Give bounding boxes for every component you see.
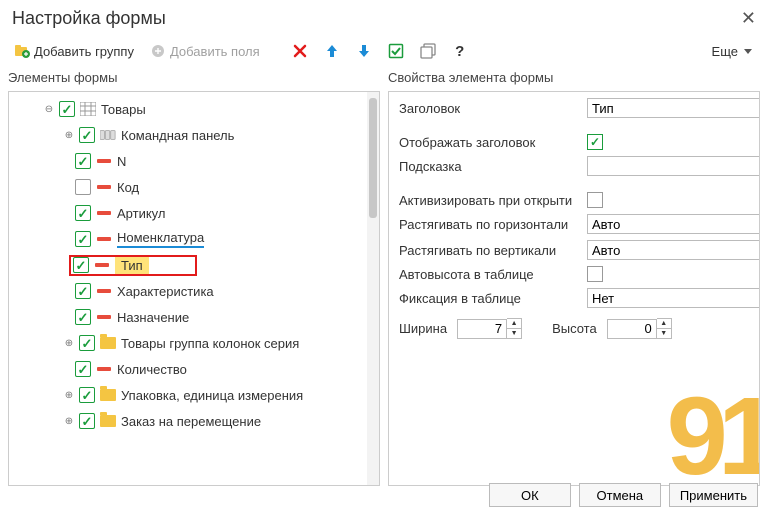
checkbox[interactable] <box>75 231 91 247</box>
spin-down[interactable]: ▼ <box>657 329 671 338</box>
field-icon <box>95 154 113 168</box>
ok-button[interactable]: ОК <box>489 483 571 507</box>
prop-hint-label: Подсказка <box>399 159 579 174</box>
expand-icon[interactable]: ⊕ <box>63 389 75 401</box>
prop-stretch-v-label: Растягивать по вертикали <box>399 243 579 258</box>
dialog-title: Настройка формы <box>12 8 166 29</box>
checkbox[interactable] <box>75 179 91 195</box>
cancel-button[interactable]: Отмена <box>579 483 661 507</box>
field-icon <box>95 206 113 220</box>
checkbox[interactable] <box>79 335 95 351</box>
check-all-button[interactable] <box>382 41 410 61</box>
close-icon[interactable]: ✕ <box>741 8 756 29</box>
arrow-down-icon <box>356 43 372 59</box>
prop-fix-label: Фиксация в таблице <box>399 291 579 306</box>
tree-row-assign[interactable]: Назначение <box>9 304 379 330</box>
spin-up[interactable]: ▲ <box>657 319 671 329</box>
collapse-icon[interactable]: ⊖ <box>43 103 55 115</box>
prop-autoheight-label: Автовысота в таблице <box>399 267 579 282</box>
checkbox[interactable] <box>75 361 91 377</box>
field-icon <box>93 258 111 272</box>
checkbox[interactable] <box>59 101 75 117</box>
field-icon <box>95 310 113 324</box>
prop-height-label: Высота <box>552 321 597 336</box>
prop-hint-input[interactable] <box>587 156 759 176</box>
move-down-button[interactable] <box>350 41 378 61</box>
tree-row-type[interactable]: Тип <box>9 252 379 278</box>
prop-width-label: Ширина <box>399 321 447 336</box>
checkbox[interactable] <box>73 257 89 273</box>
checkbox[interactable] <box>75 283 91 299</box>
folder-icon <box>99 414 117 428</box>
add-group-button[interactable]: Добавить группу <box>8 41 140 61</box>
spin-up[interactable]: ▲ <box>507 319 521 329</box>
uncheck-all-button[interactable] <box>414 41 442 61</box>
expand-icon[interactable]: ⊕ <box>63 129 75 141</box>
checkbox[interactable] <box>75 205 91 221</box>
tree-row-order[interactable]: ⊕ Заказ на перемещение <box>9 408 379 434</box>
delete-icon <box>292 43 308 59</box>
field-icon <box>95 180 113 194</box>
add-fields-button[interactable]: Добавить поля <box>144 41 266 61</box>
delete-button[interactable] <box>286 41 314 61</box>
form-elements-tree[interactable]: ⊖ Товары ⊕ Командная панель <box>9 92 379 485</box>
left-panel-header: Элементы формы <box>8 66 380 91</box>
checkbox[interactable] <box>79 387 95 403</box>
tree-row-root[interactable]: ⊖ Товары <box>9 96 379 122</box>
prop-stretch-v-select[interactable] <box>587 240 759 260</box>
checkbox[interactable] <box>79 127 95 143</box>
field-icon <box>95 284 113 298</box>
add-group-icon <box>14 43 30 59</box>
tree-row-n[interactable]: N <box>9 148 379 174</box>
grid-icon <box>79 102 97 116</box>
field-icon <box>95 232 113 246</box>
prop-show-title-checkbox[interactable] <box>587 134 603 150</box>
help-button[interactable]: ? <box>446 41 474 61</box>
tree-row-qty[interactable]: Количество <box>9 356 379 382</box>
expand-icon[interactable]: ⊕ <box>63 337 75 349</box>
prop-activate-checkbox[interactable] <box>587 192 603 208</box>
apply-button[interactable]: Применить <box>669 483 758 507</box>
prop-stretch-h-select[interactable] <box>587 214 759 234</box>
prop-activate-label: Активизировать при открыти <box>399 193 579 208</box>
right-panel-header: Свойства элемента формы <box>388 66 760 91</box>
tree-row-article[interactable]: Артикул <box>9 200 379 226</box>
spin-down[interactable]: ▼ <box>507 329 521 338</box>
tree-row-cmd[interactable]: ⊕ Командная панель <box>9 122 379 148</box>
chevron-down-icon <box>744 49 752 54</box>
folder-icon <box>99 336 117 350</box>
prop-fix-select[interactable] <box>587 288 759 308</box>
prop-show-title-label: Отображать заголовок <box>399 135 579 150</box>
tree-row-group-series[interactable]: ⊕ Товары группа колонок серия <box>9 330 379 356</box>
arrow-up-icon <box>324 43 340 59</box>
tree-row-nomen[interactable]: Номенклатура <box>9 226 379 252</box>
prop-stretch-h-label: Растягивать по горизонтали <box>399 217 579 232</box>
tree-row-code[interactable]: Код <box>9 174 379 200</box>
add-fields-icon <box>150 43 166 59</box>
folder-icon <box>99 388 117 402</box>
uncheck-all-icon <box>420 43 436 59</box>
tree-row-char[interactable]: Характеристика <box>9 278 379 304</box>
checkbox[interactable] <box>75 309 91 325</box>
expand-icon[interactable]: ⊕ <box>63 415 75 427</box>
checkbox[interactable] <box>79 413 95 429</box>
tree-scrollbar[interactable] <box>367 92 379 485</box>
prop-title-input[interactable] <box>587 98 759 118</box>
more-button[interactable]: Еще <box>704 42 760 61</box>
checkbox[interactable] <box>75 153 91 169</box>
prop-autoheight-checkbox[interactable] <box>587 266 603 282</box>
tree-row-pack[interactable]: ⊕ Упаковка, единица измерения <box>9 382 379 408</box>
move-up-button[interactable] <box>318 41 346 61</box>
field-icon <box>95 362 113 376</box>
prop-width-spinner[interactable]: ▲▼ <box>457 318 522 339</box>
command-panel-icon <box>99 128 117 142</box>
prop-height-spinner[interactable]: ▲▼ <box>607 318 672 339</box>
prop-title-label: Заголовок <box>399 101 579 116</box>
help-icon: ? <box>452 43 468 59</box>
check-all-icon <box>388 43 404 59</box>
